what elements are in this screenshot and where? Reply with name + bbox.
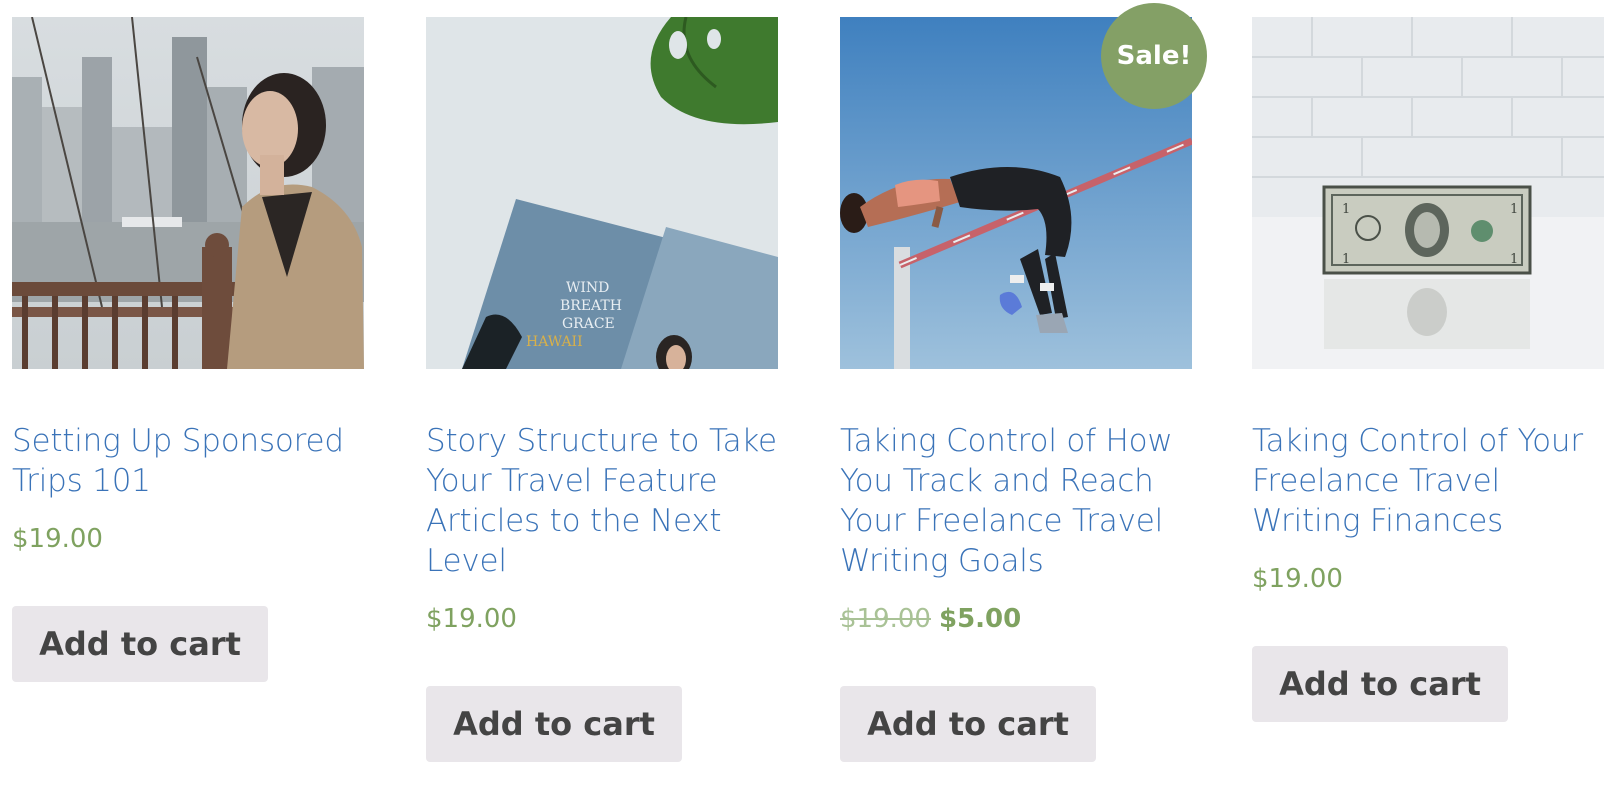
product-price: $19.00: [1252, 561, 1604, 597]
add-to-cart-button[interactable]: Add to cart: [1252, 646, 1508, 722]
svg-text:1: 1: [1510, 252, 1518, 267]
price-amount: $19.00: [426, 604, 517, 634]
svg-text:1: 1: [1510, 202, 1518, 217]
product-title-link[interactable]: Taking Control of How You Track and Reac…: [840, 421, 1192, 581]
product-card: Setting Up Sponsored Trips 101 $19.00 Ad…: [12, 17, 364, 682]
product-image[interactable]: 1 1 1 1: [1252, 17, 1604, 369]
sale-price: $5.00: [938, 604, 1022, 634]
add-to-cart-button[interactable]: Add to cart: [840, 686, 1096, 762]
product-grid: Setting Up Sponsored Trips 101 $19.00 Ad…: [12, 3, 1606, 797]
svg-text:1: 1: [1342, 202, 1350, 217]
product-image[interactable]: [12, 17, 364, 369]
product-price: $19.00 $5.00: [840, 601, 1192, 637]
product-title-link[interactable]: Taking Control of Your Freelance Travel …: [1252, 421, 1604, 541]
product-card: WIND BREATH GRACE HAWAII Story Structure…: [426, 17, 778, 762]
svg-text:GRACE: GRACE: [562, 316, 615, 332]
price-amount: $19.00: [1252, 564, 1343, 594]
svg-text:WIND: WIND: [566, 280, 609, 296]
product-title-link[interactable]: Setting Up Sponsored Trips 101: [12, 421, 364, 501]
sale-badge: Sale!: [1101, 3, 1207, 109]
product-title-link[interactable]: Story Structure to Take Your Travel Feat…: [426, 421, 778, 581]
add-to-cart-button[interactable]: Add to cart: [426, 686, 682, 762]
add-to-cart-button[interactable]: Add to cart: [12, 606, 268, 682]
original-price: $19.00: [840, 604, 931, 634]
svg-text:BREATH: BREATH: [560, 298, 622, 314]
price-amount: $19.00: [12, 524, 103, 554]
product-image[interactable]: WIND BREATH GRACE HAWAII: [426, 17, 778, 369]
svg-text:1: 1: [1342, 252, 1350, 267]
product-card: Sale! Taking Control of How You Track an…: [840, 3, 1207, 762]
svg-text:HAWAII: HAWAII: [526, 334, 583, 350]
product-price: $19.00: [426, 601, 778, 637]
product-price: $19.00: [12, 521, 364, 557]
product-card: 1 1 1 1 Taking Control of Your Freelance…: [1252, 17, 1604, 722]
